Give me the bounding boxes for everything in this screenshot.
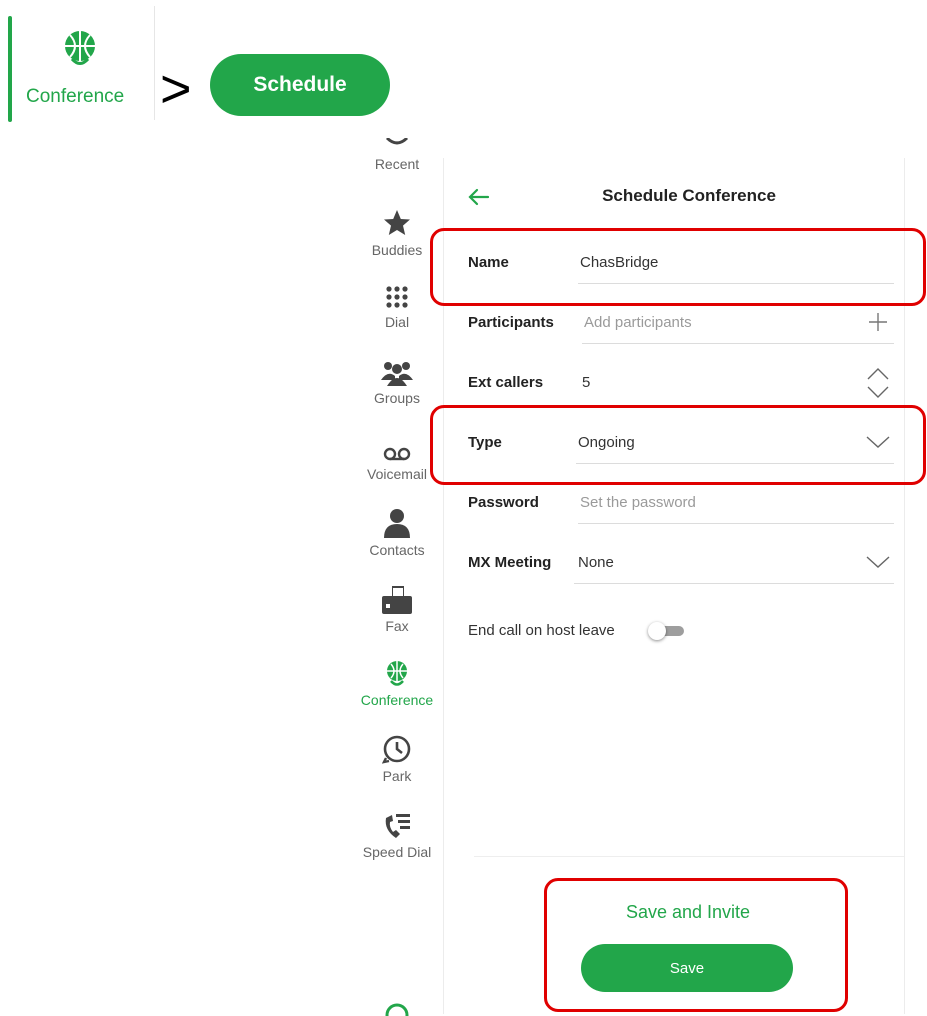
sidebar-item-label: Fax [385,618,409,634]
participants-row: Participants Add participants [468,300,894,344]
sidebar-item-recent[interactable]: Recent [352,134,442,172]
page-title: Schedule Conference [602,186,776,205]
highlight-type-field [430,405,926,485]
mx-meeting-row: MX Meeting None [468,540,894,584]
park-clock-icon [382,735,411,764]
person-icon [384,509,410,538]
sidebar-item-buddies[interactable]: Buddies [352,206,442,258]
participants-underline [582,343,894,344]
speed-dial-icon [385,814,410,838]
stepper-arrows-icon[interactable] [866,366,890,400]
instruction-arrow: > [160,59,192,119]
ext-callers-label: Ext callers [468,374,544,391]
sidebar-item-conference[interactable]: Conference [352,656,442,708]
sidebar-item-label: Speed Dial [362,844,432,860]
password-field[interactable]: Set the password [580,494,696,511]
sidebar-item-park[interactable]: Park [352,732,442,784]
sidebar-item-speed-dial[interactable]: Speed Dial [352,808,442,860]
ext-callers-row: Ext callers 5 [468,360,894,404]
end-call-row: End call on host leave [468,616,888,646]
sidebar-item-label: Conference [360,692,434,708]
sidebar-item-dial[interactable]: Dial [352,278,442,330]
mx-meeting-underline [574,583,894,584]
sidebar: Recent Buddies Dial Groups Voicemail Con… [352,138,442,1016]
sidebar-item-label: Park [382,768,412,784]
password-underline [578,523,894,524]
highlight-save-area [544,878,848,1012]
sidebar-item-label: Voicemail [367,466,427,482]
highlight-name-field [430,228,926,306]
mx-meeting-label: MX Meeting [468,554,552,571]
sidebar-item-label: Recent [374,156,420,172]
participants-input[interactable]: Add participants [584,314,692,331]
sidebar-item-label: Groups [374,390,420,406]
sidebar-item-voicemail[interactable]: Voicemail [352,430,442,482]
globe-headset-icon [387,661,407,686]
group-icon [381,362,413,386]
fax-icon [382,586,412,614]
sidebar-item-label: Contacts [369,542,425,558]
top-conference-tile[interactable]: Conference [8,6,155,122]
sidebar-item-label: Buddies [371,242,423,258]
sidebar-item-contacts[interactable]: Contacts [352,506,442,558]
password-row: Password Set the password [468,480,894,524]
voicemail-icon [383,447,411,461]
end-call-label: End call on host leave [468,622,615,639]
footer-divider [474,856,904,857]
sidebar-item-fax[interactable]: Fax [352,582,442,634]
active-indicator-bar [8,16,12,122]
end-call-toggle[interactable] [648,622,684,640]
top-schedule-button[interactable]: Schedule [210,54,390,116]
sidebar-item-groups[interactable]: Groups [352,354,442,406]
password-label: Password [468,494,539,511]
participants-label: Participants [468,314,554,331]
sidebar-item-label: Dial [384,314,410,330]
ext-callers-stepper[interactable]: 5 [582,374,590,391]
toggle-knob [648,622,666,640]
add-participant-icon[interactable] [866,310,890,334]
globe-headset-icon [65,31,95,65]
mx-meeting-select[interactable]: None [578,554,614,571]
top-conference-label: Conference [26,86,125,107]
star-icon [384,210,410,235]
panel-header: Schedule Conference [444,178,904,218]
chevron-down-icon[interactable] [866,550,890,574]
dialpad-icon [386,286,408,308]
recent-icon [385,138,409,145]
